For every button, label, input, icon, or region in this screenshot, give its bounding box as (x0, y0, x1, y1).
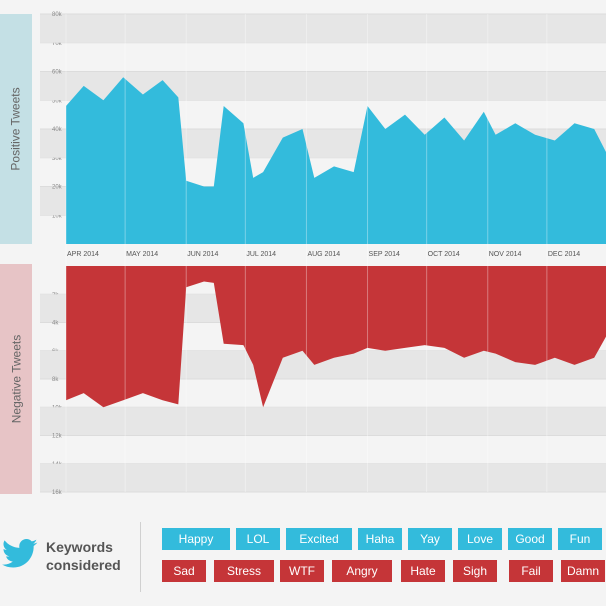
keyword-positive: Excited (286, 528, 352, 550)
month-label: JUN 2014 (187, 251, 218, 258)
keywords-title-line1: Keywords (46, 539, 113, 555)
y-tick-label: 16k (52, 490, 63, 496)
keyword-positive: Haha (358, 528, 402, 550)
y-tick-label: 80k (52, 12, 63, 18)
month-label: SEP 2014 (369, 251, 401, 258)
keywords-divider (140, 522, 141, 592)
month-label: MAY 2014 (126, 251, 158, 258)
keyword-positive: Love (458, 528, 502, 550)
keyword-positive: LOL (236, 528, 280, 550)
series-area (66, 266, 606, 408)
month-label: OCT 2014 (428, 251, 460, 258)
y-tick-label: 12k (52, 434, 63, 440)
keyword-negative: Sigh (453, 560, 497, 582)
keyword-positive: Yay (408, 528, 452, 550)
keyword-positive: Good (508, 528, 552, 550)
y-tick-label: 20k (52, 185, 63, 191)
keyword-negative: Hate (401, 560, 445, 582)
twitter-bird-icon (2, 539, 38, 568)
month-label: AUG 2014 (307, 251, 340, 258)
keyword-negative: Sad (162, 560, 206, 582)
month-label: NOV 2014 (489, 251, 522, 258)
y-tick-label: 60k (52, 70, 63, 76)
y-tick-label: 40k (52, 127, 63, 133)
keywords-title-line2: considered (46, 557, 121, 573)
keyword-positive: Happy (162, 528, 230, 550)
tweet-volume-chart: 10k20k30k40k50k60k70k80k2k4k6k8k10k12k14… (40, 12, 606, 496)
keywords-title: Keywords considered (46, 538, 121, 574)
month-label: JUL 2014 (246, 251, 276, 258)
month-label: DEC 2014 (548, 251, 580, 258)
y-tick-label: 4k (52, 321, 59, 327)
series-area (66, 77, 606, 244)
month-label: APR 2014 (67, 251, 99, 258)
keyword-negative: Stress (214, 560, 274, 582)
y-tick-label: 8k (52, 377, 59, 383)
keyword-negative: Damn (561, 560, 605, 582)
keyword-positive: Fun (558, 528, 602, 550)
keyword-negative: Angry (332, 560, 392, 582)
keyword-negative: WTF (280, 560, 324, 582)
keyword-negative: Fail (509, 560, 553, 582)
